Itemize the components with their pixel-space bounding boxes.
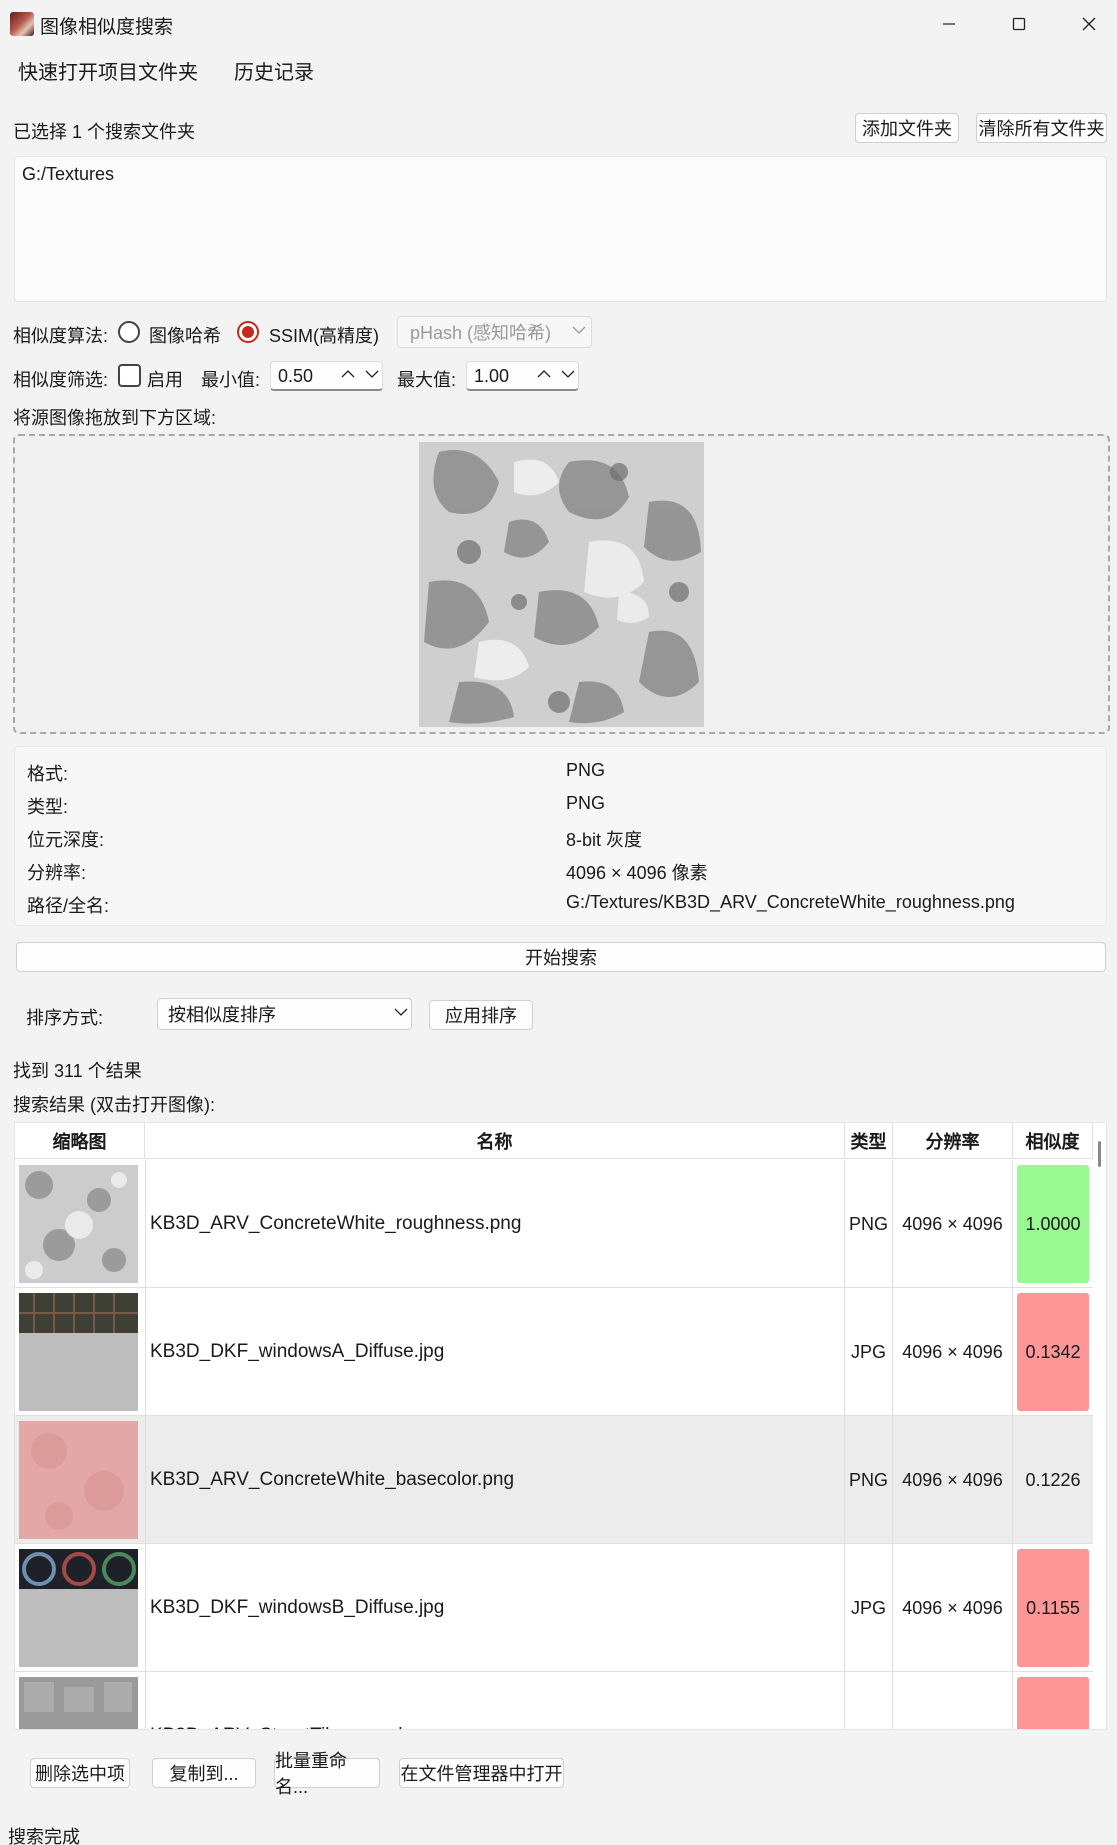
column-header-name[interactable]: 名称 [145, 1123, 845, 1159]
chevron-down-icon [572, 322, 586, 338]
radio-ssim[interactable] [237, 321, 259, 343]
min-value-text[interactable]: 0.50 [278, 366, 313, 387]
menu-quick-open-folder[interactable]: 快速打开项目文件夹 [18, 56, 198, 85]
results-caption: 搜索结果 (双击打开图像): [13, 1095, 215, 1115]
chevron-down-icon[interactable] [364, 363, 380, 390]
row-thumbnail [19, 1549, 138, 1667]
row-similarity: 0.0891 [1017, 1677, 1089, 1729]
info-resolution-key: 分辨率: [27, 863, 87, 883]
delete-selected-button[interactable]: 删除选中项 [30, 1758, 130, 1788]
table-row[interactable]: KB3D_ARV_ConcreteWhite_basecolor.png PNG… [15, 1416, 1093, 1544]
maximize-button[interactable] [990, 0, 1048, 48]
close-icon [1082, 17, 1096, 31]
row-thumbnail [19, 1421, 138, 1539]
clear-folders-button[interactable]: 清除所有文件夹 [976, 113, 1107, 143]
row-type: PNG [845, 1416, 893, 1544]
copy-to-button[interactable]: 复制到... [152, 1758, 256, 1788]
filter-enable-label[interactable]: 启用 [147, 366, 183, 392]
radio-selected-dot [242, 326, 254, 338]
row-name: KB3D_DKF_windowsA_Diffuse.jpg [145, 1288, 845, 1416]
hash-method-select[interactable]: pHash (感知哈希) [397, 316, 592, 348]
chevron-up-icon[interactable] [536, 363, 552, 390]
app-icon [10, 12, 34, 36]
info-type-value: PNG [566, 793, 606, 813]
table-row[interactable]: KB3D_DKF_windowsB_Diffuse.jpg JPG 4096 ×… [15, 1544, 1093, 1672]
table-row[interactable]: KB3D_ARV_StreetTiles_roughness.png PNG 4… [15, 1672, 1093, 1729]
sort-label: 排序方式: [26, 1008, 104, 1028]
row-name: KB3D_DKF_windowsB_Diffuse.jpg [145, 1544, 845, 1672]
maximize-icon [1012, 17, 1026, 31]
row-thumbnail [19, 1293, 138, 1411]
window-title: 图像相似度搜索 [40, 17, 174, 38]
title-bar: 图像相似度搜索 [0, 0, 1117, 48]
column-header-type[interactable]: 类型 [845, 1123, 893, 1159]
row-thumbnail [19, 1165, 138, 1283]
column-header-resolution[interactable]: 分辨率 [893, 1123, 1013, 1159]
row-resolution: 4096 × 4096 [893, 1288, 1013, 1416]
row-resolution: 4096 × 4096 [893, 1672, 1013, 1729]
row-resolution: 4096 × 4096 [893, 1160, 1013, 1288]
radio-image-hash[interactable] [118, 321, 140, 343]
chevron-down-icon [394, 1004, 408, 1020]
results-table[interactable]: 缩略图 名称 类型 分辨率 相似度 KB3D_ARV_ConcreteWhite… [14, 1122, 1107, 1730]
table-scrollbar[interactable] [1098, 1141, 1101, 1167]
minimize-button[interactable] [920, 0, 978, 48]
max-value-label: 最大值: [397, 370, 457, 390]
info-format-key: 格式: [27, 764, 69, 784]
folder-list-item[interactable]: G:/Textures [22, 164, 114, 185]
source-image-preview [419, 442, 704, 727]
radio-ssim-label[interactable]: SSIM(高精度) [269, 322, 379, 348]
table-row[interactable]: KB3D_DKF_windowsA_Diffuse.jpg JPG 4096 ×… [15, 1288, 1093, 1416]
chevron-up-icon[interactable] [340, 363, 356, 390]
max-value-text[interactable]: 1.00 [474, 366, 509, 387]
row-name: KB3D_ARV_ConcreteWhite_roughness.png [145, 1160, 845, 1288]
sort-select[interactable]: 按相似度排序 [157, 998, 412, 1030]
column-header-similarity[interactable]: 相似度 [1013, 1123, 1093, 1159]
info-resolution-value: 4096 × 4096 像素 [566, 863, 708, 883]
batch-rename-button[interactable]: 批量重命名... [274, 1751, 380, 1797]
close-button[interactable] [1060, 0, 1117, 48]
folder-count-label: 已选择 1 个搜索文件夹 [13, 122, 196, 142]
folder-list[interactable]: G:/Textures [14, 156, 1107, 302]
row-type: PNG [845, 1160, 893, 1288]
info-type-key: 类型: [27, 797, 69, 817]
algorithm-label: 相似度算法: [13, 326, 109, 346]
drop-zone-label: 将源图像拖放到下方区域: [13, 408, 216, 428]
info-path-value: G:/Textures/KB3D_ARV_ConcreteWhite_rough… [566, 892, 1015, 912]
status-bar-text: 搜索完成 [8, 1827, 80, 1845]
radio-image-hash-label[interactable]: 图像哈希 [149, 322, 221, 348]
info-path-key: 路径/全名: [27, 896, 110, 916]
filter-enable-checkbox[interactable] [118, 364, 141, 387]
min-value-label: 最小值: [201, 370, 261, 390]
result-count-label: 找到 311 个结果 [13, 1061, 142, 1081]
table-row[interactable]: KB3D_ARV_ConcreteWhite_roughness.png PNG… [15, 1160, 1093, 1288]
filter-label: 相似度筛选: [13, 370, 109, 390]
info-format-value: PNG [566, 760, 606, 780]
chevron-down-icon[interactable] [560, 363, 576, 390]
row-resolution: 4096 × 4096 [893, 1416, 1013, 1544]
row-similarity: 0.1226 [1025, 1469, 1081, 1490]
row-type: JPG [845, 1288, 893, 1416]
start-search-button[interactable]: 开始搜索 [16, 942, 1106, 972]
row-similarity: 0.1342 [1017, 1293, 1089, 1411]
open-in-file-manager-button[interactable]: 在文件管理器中打开 [399, 1758, 564, 1788]
info-bitdepth-key: 位元深度: [27, 830, 105, 850]
add-folder-button[interactable]: 添加文件夹 [855, 113, 959, 143]
menu-history[interactable]: 历史记录 [234, 56, 314, 85]
row-resolution: 4096 × 4096 [893, 1544, 1013, 1672]
row-thumbnail [19, 1677, 138, 1729]
minimize-icon [943, 23, 955, 25]
row-type: JPG [845, 1544, 893, 1672]
row-similarity: 1.0000 [1017, 1165, 1089, 1283]
info-bitdepth-value: 8-bit 灰度 [566, 830, 643, 850]
row-type: PNG [845, 1672, 893, 1729]
column-header-thumbnail[interactable]: 缩略图 [15, 1123, 145, 1159]
apply-sort-button[interactable]: 应用排序 [429, 1000, 533, 1030]
row-similarity: 0.1155 [1017, 1549, 1089, 1667]
row-name: KB3D_ARV_StreetTiles_roughness.png [145, 1672, 845, 1729]
row-name: KB3D_ARV_ConcreteWhite_basecolor.png [145, 1416, 845, 1544]
